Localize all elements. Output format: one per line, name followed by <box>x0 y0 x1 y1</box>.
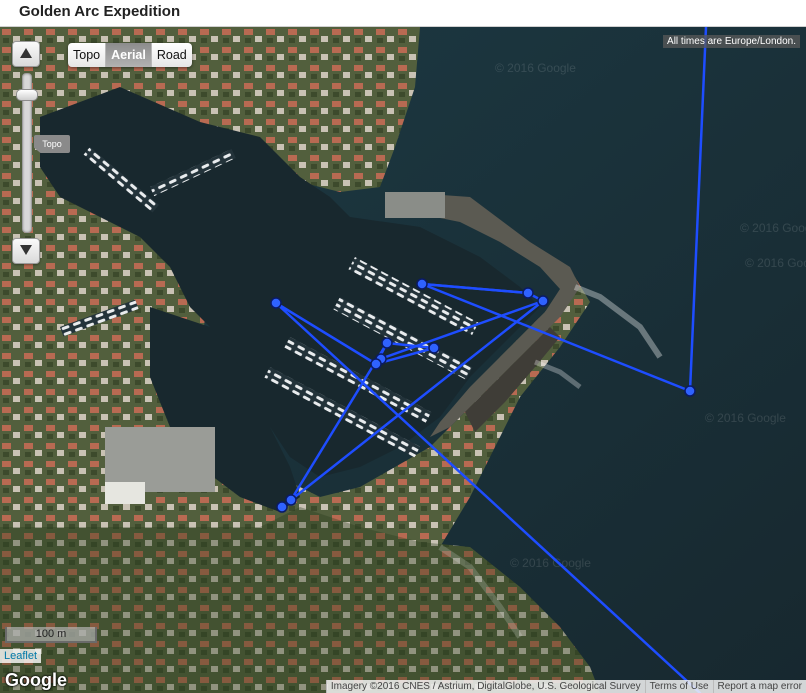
map-type-aerial-button[interactable]: Aerial <box>106 43 152 67</box>
app-root: Golden Arc Expedition © 2016 Google © 20… <box>0 0 806 693</box>
track-line[interactable] <box>274 27 708 693</box>
scale-bar: 100 m <box>5 627 97 643</box>
track-segment[interactable] <box>378 299 545 361</box>
zoom-in-button[interactable] <box>12 41 40 67</box>
map-attribution: Imagery ©2016 CNES / Astrium, DigitalGlo… <box>325 680 806 693</box>
triangle-up-icon <box>20 48 32 58</box>
waypoint-marker[interactable] <box>381 337 393 349</box>
imagery-attribution: Imagery ©2016 CNES / Astrium, DigitalGlo… <box>325 680 645 693</box>
zoom-control: Topo <box>12 41 70 266</box>
waypoint-marker[interactable] <box>370 358 382 370</box>
map-view[interactable]: © 2016 Google © 2016 Google © 2016 Googl… <box>0 27 806 693</box>
waypoint-marker[interactable] <box>428 342 440 354</box>
page-title: Golden Arc Expedition <box>19 3 181 20</box>
waypoint-marker[interactable] <box>684 385 696 397</box>
title-bar: Golden Arc Expedition <box>0 0 806 27</box>
waypoint-marker[interactable] <box>285 494 297 506</box>
waypoint-marker[interactable] <box>276 501 288 513</box>
waypoint-marker[interactable] <box>270 297 282 309</box>
map-type-road-button[interactable]: Road <box>151 43 192 67</box>
timezone-note: All times are Europe/London. <box>663 35 800 48</box>
waypoint-marker[interactable] <box>416 278 428 290</box>
zoom-out-button[interactable] <box>12 238 40 264</box>
waypoint-marker[interactable] <box>522 287 534 299</box>
waypoint-marker[interactable] <box>537 295 549 307</box>
terms-of-use-link[interactable]: Terms of Use <box>644 680 713 693</box>
map-type-switcher: Topo Aerial Road <box>68 43 192 67</box>
zoom-slider-handle[interactable] <box>16 89 38 101</box>
zoom-level-tag: Topo <box>34 135 70 153</box>
map-type-topo-button[interactable]: Topo <box>68 43 107 67</box>
leaflet-link[interactable]: Leaflet <box>0 649 42 663</box>
track-overlay <box>270 27 708 693</box>
triangle-down-icon <box>20 245 32 255</box>
google-logo: Google <box>5 670 67 690</box>
report-map-error-link[interactable]: Report a map error <box>712 680 806 693</box>
